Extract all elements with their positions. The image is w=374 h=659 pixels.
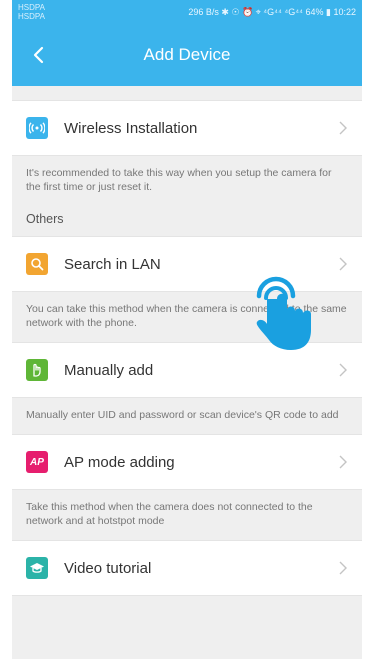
row-label: Search in LAN	[64, 255, 161, 273]
chevron-right-icon	[339, 455, 347, 469]
status-bar: HSDPA HSDPA 296 B/s ✱ ☉ ⏰ ⌖ ⁴G⁴⁴ ⁴G⁴⁴ 64…	[12, 0, 362, 24]
wireless-installation-row[interactable]: Wireless Installation	[12, 100, 362, 156]
app-bar: Add Device	[12, 24, 362, 86]
chevron-right-icon	[339, 561, 347, 575]
hand-icon	[26, 359, 48, 381]
back-button[interactable]	[26, 43, 50, 67]
status-indicators: 296 B/s ✱ ☉ ⏰ ⌖ ⁴G⁴⁴ ⁴G⁴⁴ 64% ▮ 10:22	[188, 6, 356, 17]
chevron-right-icon	[339, 363, 347, 377]
row-label: Manually add	[64, 361, 154, 379]
video-tutorial-row[interactable]: Video tutorial	[12, 540, 362, 596]
chevron-right-icon	[339, 257, 347, 271]
network-type: HSDPA HSDPA	[18, 3, 45, 21]
ap-icon: AP	[26, 451, 48, 473]
page-title: Add Device	[143, 45, 231, 64]
row-label: Video tutorial	[64, 559, 152, 577]
chevron-right-icon	[339, 121, 347, 135]
wifi-signal-icon	[26, 117, 48, 139]
row-label: Wireless Installation	[64, 119, 198, 137]
row-description: It's recommended to take this way when y…	[26, 167, 332, 193]
search-icon	[26, 253, 48, 275]
ap-badge-text: AP	[30, 456, 44, 468]
section-label: Others	[26, 212, 64, 226]
ap-mode-adding-row[interactable]: AP AP mode adding	[12, 434, 362, 490]
phone-screen: HSDPA HSDPA 296 B/s ✱ ☉ ⏰ ⌖ ⁴G⁴⁴ ⁴G⁴⁴ 64…	[12, 0, 362, 659]
row-label: AP mode adding	[64, 453, 175, 471]
tap-gesture-icon	[256, 276, 311, 350]
chevron-left-icon	[33, 46, 44, 64]
row-description: Manually enter UID and password or scan …	[26, 409, 339, 421]
graduation-cap-icon	[26, 557, 48, 579]
row-description: Take this method when the camera does no…	[26, 501, 313, 527]
